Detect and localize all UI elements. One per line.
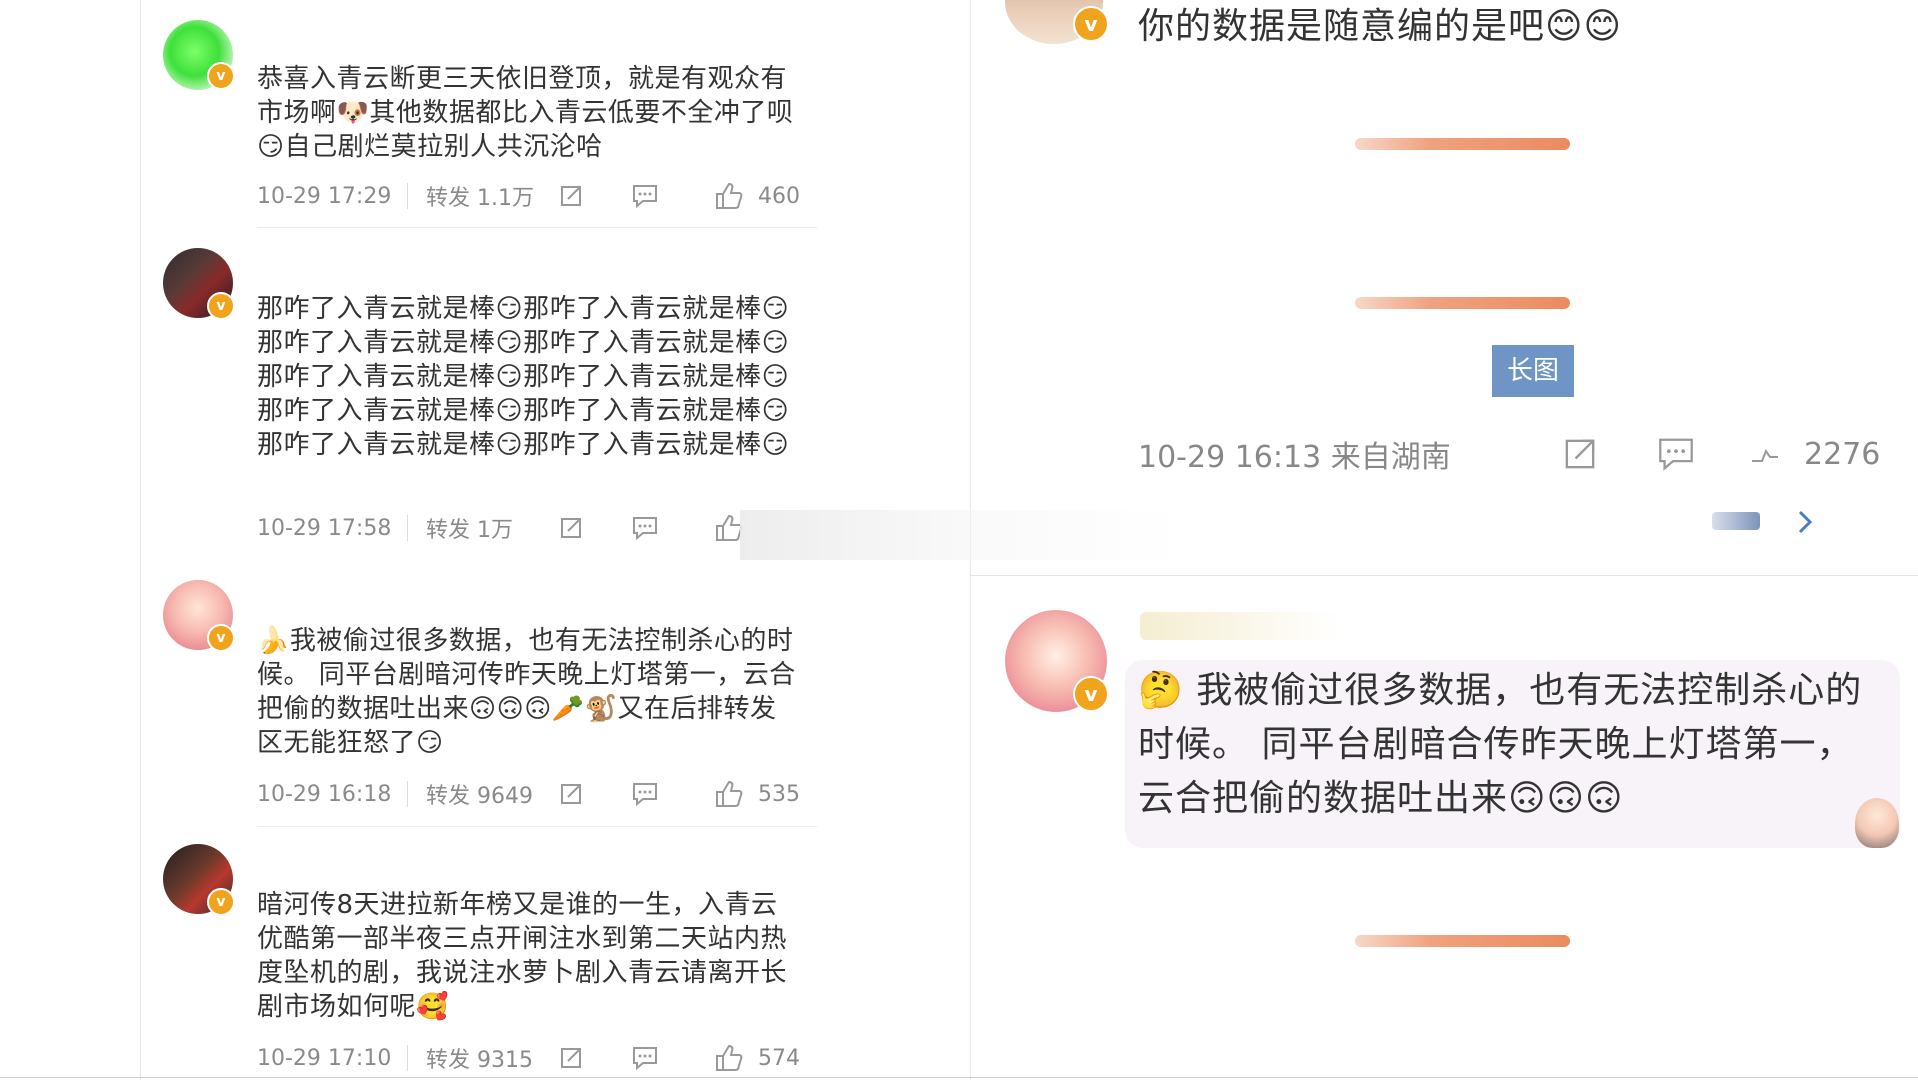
section-divider — [970, 575, 1918, 576]
comment-text: 恭喜入青云断更三天依旧登顶，就是有观众有市场啊🐶其他数据都比入青云低要不全冲了呗… — [257, 64, 794, 162]
verified-badge-icon: v — [207, 624, 235, 652]
avatar[interactable]: v — [1005, 0, 1109, 44]
comment-text: 暗河传8天进拉新年榜又是谁的一生，入青云优酷第一部半夜三点开闸注水到第二天站内热… — [257, 890, 788, 1022]
image-placeholder-bar — [1355, 935, 1570, 947]
avatar[interactable]: v — [163, 248, 235, 320]
like-button[interactable]: 535 — [714, 779, 800, 809]
chevron-right-icon[interactable] — [1795, 507, 1819, 537]
like-icon — [716, 780, 743, 807]
left-border — [140, 0, 141, 1080]
comment-icon[interactable] — [630, 181, 660, 211]
comment-meta: 10-29 17:10 转发 9315 574 — [257, 1038, 817, 1078]
comment-text: 那咋了入青云就是棒😏那咋了入青云就是棒😏那咋了入青云就是棒😏那咋了入青云就是棒😏… — [257, 294, 790, 460]
divider — [407, 515, 408, 541]
blurred-username — [1140, 612, 1340, 640]
comment-text: 🍌我被偷过很多数据，也有无法控制杀心的时候。 同平台剧暗河传昨天晚上灯塔第一，云… — [257, 626, 796, 758]
like-count: 2276 — [1804, 436, 1881, 472]
comment-icon[interactable] — [630, 513, 660, 543]
like-button[interactable]: 574 — [714, 1043, 800, 1073]
avatar[interactable]: v — [163, 844, 235, 916]
forward-count[interactable]: 转发 9315 — [426, 1042, 556, 1074]
small-sticker — [1712, 512, 1760, 530]
comment-time: 10-29 17:29 — [257, 183, 392, 209]
like-icon — [716, 182, 743, 209]
forward-count[interactable]: 转发 1万 — [426, 512, 556, 544]
like-count: 460 — [758, 183, 800, 209]
comment-time: 10-29 17:58 — [257, 515, 392, 541]
image-placeholder-bar — [1355, 138, 1570, 150]
like-icon — [716, 1044, 743, 1071]
share-icon[interactable] — [1558, 432, 1602, 476]
like-count: 535 — [758, 781, 800, 807]
comment-divider — [257, 227, 817, 228]
image-placeholder-bar — [1355, 297, 1570, 309]
share-icon[interactable] — [556, 181, 586, 211]
avatar[interactable]: v — [1005, 610, 1109, 712]
comment-time: 10-29 16:18 — [257, 781, 392, 807]
like-icon[interactable] — [1750, 432, 1794, 476]
character-sticker — [1855, 798, 1899, 848]
comment-meta: 10-29 17:58 转发 1万 — [257, 508, 817, 548]
verified-badge-icon: v — [207, 292, 235, 320]
long-image-button[interactable]: 长图 — [1492, 345, 1574, 397]
reply-text: 🤔 我被偷过很多数据，也有无法控制杀心的时候。 同平台剧暗合传昨天晚上灯塔第一，… — [1138, 670, 1863, 819]
comment-time: 10-29 17:10 — [257, 1045, 392, 1071]
verified-badge-icon: v — [207, 888, 235, 916]
verified-badge-icon: v — [207, 62, 235, 90]
like-count: 574 — [758, 1045, 800, 1071]
divider — [407, 183, 408, 209]
comment-icon[interactable] — [630, 1043, 660, 1073]
post-meta: 10-29 16:13 来自湖南 2276 — [1138, 432, 1898, 476]
forward-count[interactable]: 转发 9649 — [426, 778, 556, 810]
post-text: 你的数据是随意编的是吧😊😊 — [1138, 6, 1623, 47]
divider — [407, 1045, 408, 1071]
comment-divider — [257, 826, 817, 827]
post-time-source: 10-29 16:13 来自湖南 — [1138, 440, 1451, 475]
verified-badge-icon: v — [1073, 676, 1109, 712]
blurred-overlay — [740, 510, 1180, 560]
comment-icon[interactable] — [1654, 432, 1698, 476]
verified-badge-icon: v — [1073, 6, 1109, 42]
share-icon[interactable] — [556, 779, 586, 809]
share-icon[interactable] — [556, 513, 586, 543]
like-button[interactable]: 460 — [714, 181, 800, 211]
avatar[interactable]: v — [163, 580, 235, 652]
comment-meta: 10-29 17:29 转发 1.1万 460 — [257, 176, 817, 216]
comment-icon[interactable] — [630, 779, 660, 809]
divider — [407, 781, 408, 807]
share-icon[interactable] — [556, 1043, 586, 1073]
comment-meta: 10-29 16:18 转发 9649 535 — [257, 774, 817, 814]
avatar[interactable]: v — [163, 20, 235, 90]
forward-count[interactable]: 转发 1.1万 — [426, 180, 556, 212]
